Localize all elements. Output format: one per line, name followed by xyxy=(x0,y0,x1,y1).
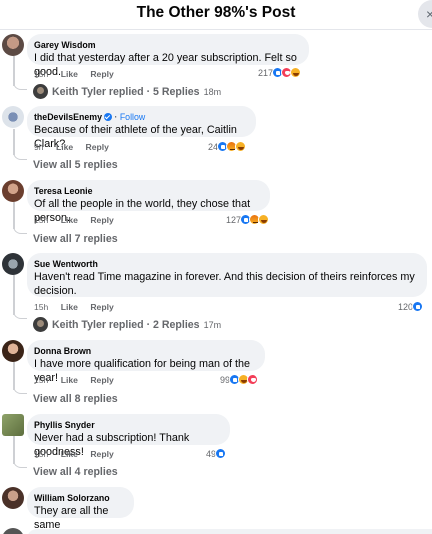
thread-elbow xyxy=(13,309,27,319)
like-button[interactable]: Like xyxy=(56,142,73,152)
thread-elbow xyxy=(13,384,27,394)
post-title: The Other 98%'s Post xyxy=(136,4,296,21)
comment-author[interactable]: Donna Brown xyxy=(34,345,257,357)
avatar xyxy=(33,84,48,99)
comment-time[interactable]: 15h xyxy=(34,449,48,459)
love-reaction-icon xyxy=(247,374,259,385)
haha-reaction-icon xyxy=(235,141,247,152)
comment-bubble: Garey Wisdom I did that yesterday after … xyxy=(27,34,309,78)
comment-time[interactable]: 15h xyxy=(34,215,48,225)
comment-actions: 15h Like Reply xyxy=(34,375,124,385)
comment-bubble: William Solorzano They are all the same xyxy=(27,487,134,531)
post-header: The Other 98%'s Post × xyxy=(0,0,432,30)
reply-button[interactable]: Reply xyxy=(90,215,113,225)
reply-preview-text: Keith Tyler replied · 2 Replies xyxy=(52,318,200,331)
comment-time[interactable]: 15h xyxy=(34,375,48,385)
reply-button[interactable]: Reply xyxy=(90,302,113,312)
avatar[interactable] xyxy=(2,253,24,275)
comment-actions: 15h Like Reply xyxy=(34,69,124,79)
comment-bubble: Donna Brown I have more qualification fo… xyxy=(27,340,265,384)
comment-author[interactable]: Sue Wentworth xyxy=(34,258,419,270)
comment-actions: 15h Like Reply xyxy=(34,215,124,225)
comment-time[interactable]: 15h xyxy=(34,302,48,312)
reaction-count: 127 xyxy=(226,214,242,225)
comment-time[interactable]: 9h xyxy=(34,142,44,152)
thread-elbow xyxy=(13,224,27,234)
comment-actions: 9h Like Reply xyxy=(34,142,119,152)
verified-badge-icon xyxy=(103,112,112,121)
comment-time[interactable]: 15h xyxy=(34,69,48,79)
like-button[interactable]: Like xyxy=(61,215,78,225)
comment-author[interactable]: William Solorzano xyxy=(34,492,126,504)
comment-author[interactable]: Teresa Leonie xyxy=(34,185,262,197)
separator: · xyxy=(114,112,118,122)
like-button[interactable]: Like xyxy=(61,302,78,312)
avatar[interactable] xyxy=(2,180,24,202)
reply-button[interactable]: Reply xyxy=(86,142,109,152)
reaction-summary[interactable]: 24 xyxy=(208,141,247,152)
comment-author[interactable]: Phyllis Snyder xyxy=(34,419,222,431)
haha-reaction-icon xyxy=(290,67,302,78)
comment-bubble xyxy=(27,529,432,534)
like-button[interactable]: Like xyxy=(61,69,78,79)
haha-reaction-icon xyxy=(258,214,270,225)
reply-preview-time: 17m xyxy=(203,319,222,330)
comment-bubble: Teresa Leonie Of all the people in the w… xyxy=(27,180,270,224)
view-replies-link[interactable]: View all 5 replies xyxy=(33,159,118,171)
avatar[interactable] xyxy=(2,414,24,436)
comment-author-row: theDevilsEnemy · Follow xyxy=(34,111,248,123)
comment-text: Haven't read Time magazine in forever. A… xyxy=(34,271,415,297)
reply-button[interactable]: Reply xyxy=(90,375,113,385)
thread-elbow xyxy=(13,150,27,160)
reaction-summary[interactable]: 127 xyxy=(226,214,270,225)
reaction-summary[interactable]: 99 xyxy=(220,374,259,385)
view-replies-link[interactable]: View all 8 replies xyxy=(33,393,118,405)
comment-actions: 15h Like Reply xyxy=(34,302,124,312)
reply-preview[interactable]: Keith Tyler replied · 5 Replies 18m xyxy=(33,84,221,99)
reaction-count: 120 xyxy=(398,301,414,312)
avatar xyxy=(33,317,48,332)
comment-text: They are all the same xyxy=(34,505,109,531)
reaction-count: 217 xyxy=(258,67,274,78)
reaction-summary[interactable]: 49 xyxy=(206,448,227,459)
reply-preview-text: Keith Tyler replied · 5 Replies xyxy=(52,85,200,98)
like-button[interactable]: Like xyxy=(61,375,78,385)
follow-button[interactable]: Follow xyxy=(120,112,145,122)
reaction-summary[interactable]: 217 xyxy=(258,67,302,78)
reply-preview-time: 18m xyxy=(203,86,222,97)
reaction-summary[interactable]: 120 xyxy=(398,301,424,312)
comment-bubble: theDevilsEnemy · Follow Because of their… xyxy=(27,106,256,150)
like-button[interactable]: Like xyxy=(61,449,78,459)
like-reaction-icon xyxy=(412,301,424,312)
comment-bubble: Phyllis Snyder Never had a subscription!… xyxy=(27,414,230,458)
thread-elbow xyxy=(13,80,27,90)
avatar[interactable] xyxy=(2,34,24,56)
reply-preview[interactable]: Keith Tyler replied · 2 Replies 17m xyxy=(33,317,221,332)
comment-actions: 15h Like Reply xyxy=(34,449,124,459)
comment-author[interactable]: theDevilsEnemy xyxy=(34,112,102,122)
comment-bubble: Sue Wentworth Haven't read Time magazine… xyxy=(27,253,427,297)
avatar[interactable] xyxy=(2,340,24,362)
thread-elbow xyxy=(13,458,27,468)
reply-button[interactable]: Reply xyxy=(90,449,113,459)
avatar[interactable] xyxy=(2,528,24,534)
like-reaction-icon xyxy=(215,448,227,459)
avatar[interactable] xyxy=(2,106,24,128)
avatar[interactable] xyxy=(2,487,24,509)
reply-button[interactable]: Reply xyxy=(90,69,113,79)
comment-author[interactable]: Garey Wisdom xyxy=(34,39,301,51)
view-replies-link[interactable]: View all 7 replies xyxy=(33,233,118,245)
view-replies-link[interactable]: View all 4 replies xyxy=(33,466,118,478)
